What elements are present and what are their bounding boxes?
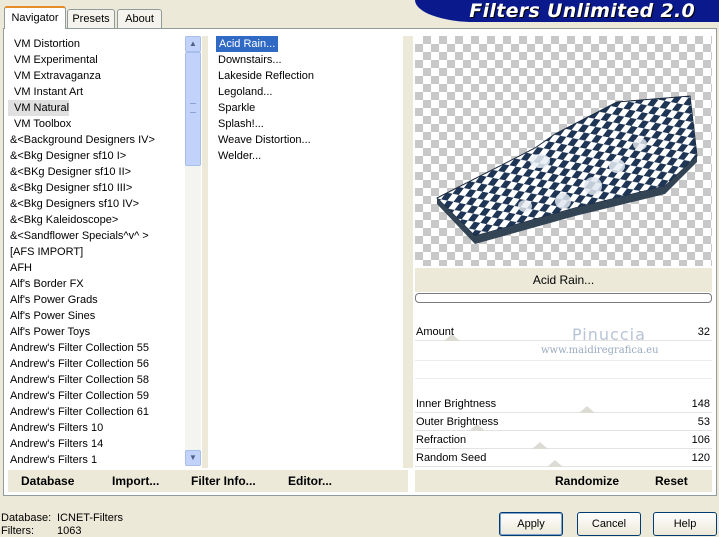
tab-presets[interactable]: Presets — [67, 9, 115, 28]
scrollbar-thumb[interactable] — [185, 52, 201, 166]
category-item[interactable]: &<Sandflower Specials^v^ > — [8, 228, 149, 244]
category-item[interactable]: AFH — [8, 260, 32, 276]
watermark-name: Pinuccia — [572, 325, 646, 344]
category-scrollbar[interactable]: ▲ ▼ — [185, 36, 201, 466]
filter-item[interactable]: Splash!... — [216, 116, 264, 132]
category-item[interactable]: Andrew's Filters 1 — [8, 452, 97, 466]
status-filters-label: Filters: — [1, 525, 34, 537]
editor-button[interactable]: Editor... — [288, 472, 332, 490]
param-value: 53 — [697, 416, 710, 428]
param-value: 106 — [691, 434, 710, 446]
category-item[interactable]: VM Experimental — [8, 52, 98, 68]
category-list[interactable]: VM Distortion VM Experimental VM Extravaga… — [8, 36, 184, 466]
banner-title: Filters Unlimited 2.0 — [469, 0, 695, 22]
progress-bar — [415, 293, 712, 303]
status-database-label: Database: — [1, 512, 52, 524]
filter-item[interactable]: Downstairs... — [216, 52, 282, 68]
filter-item[interactable]: Legoland... — [216, 84, 272, 100]
category-item[interactable]: Andrew's Filters 10 — [8, 420, 103, 436]
category-item[interactable]: Alf's Power Sines — [8, 308, 95, 324]
category-item[interactable]: Andrew's Filter Collection 56 — [8, 356, 149, 372]
category-item[interactable]: VM Instant Art — [8, 84, 83, 100]
param-label: Outer Brightness — [416, 416, 499, 428]
divider — [403, 36, 413, 468]
category-item[interactable]: Alf's Power Toys — [8, 324, 90, 340]
category-item[interactable]: Alf's Border FX — [8, 276, 84, 292]
param-value: 32 — [697, 326, 710, 338]
current-filter-name: Acid Rain... — [415, 268, 712, 292]
scroll-up-icon[interactable]: ▲ — [185, 36, 201, 52]
scroll-down-icon[interactable]: ▼ — [185, 450, 201, 466]
param-slider-row[interactable]: Random Seed 120 — [415, 450, 712, 467]
param-slider-row[interactable]: Refraction 106 — [415, 432, 712, 449]
import-button[interactable]: Import... — [112, 472, 159, 490]
preview-image — [436, 95, 698, 244]
divider — [415, 378, 712, 379]
category-item[interactable]: Andrew's Filter Collection 55 — [8, 340, 149, 356]
slider-thumb[interactable] — [546, 460, 563, 467]
category-item[interactable]: &<Bkg Designers sf10 IV> — [8, 196, 139, 212]
filter-list[interactable]: Acid Rain... Downstairs... Lakeside Reflec… — [216, 36, 402, 466]
tab-about[interactable]: About — [117, 9, 162, 28]
apply-button[interactable]: Apply — [499, 512, 563, 536]
filter-preview — [415, 36, 712, 266]
status-filters-value: 1063 — [57, 525, 82, 537]
category-item[interactable]: Andrew's Filter Collection 59 — [8, 388, 149, 404]
param-label: Inner Brightness — [416, 398, 497, 410]
category-item[interactable]: VM Extravaganza — [8, 68, 101, 84]
title-banner: Filters Unlimited 2.0 — [415, 0, 719, 22]
param-slider-row[interactable]: Outer Brightness 53 — [415, 414, 712, 431]
watermark-url: www.maidiregrafica.eu — [541, 345, 659, 356]
category-item[interactable]: Andrew's Filter Collection 58 — [8, 372, 149, 388]
filter-item[interactable]: Sparkle — [216, 100, 255, 116]
category-item[interactable]: Andrew's Filters 14 — [8, 436, 103, 452]
reset-button[interactable]: Reset — [655, 472, 688, 490]
category-item[interactable]: &<Bkg Kaleidoscope> — [8, 212, 118, 228]
filter-item[interactable]: Lakeside Reflection — [216, 68, 314, 84]
category-item[interactable]: Alf's Power Grads — [8, 292, 98, 308]
status-database-value: ICNET-Filters — [57, 512, 123, 524]
category-item[interactable]: &<BKg Designer sf10 II> — [8, 164, 131, 180]
category-item[interactable]: VM Distortion — [8, 36, 80, 52]
category-item[interactable]: [AFS IMPORT] — [8, 244, 83, 260]
param-label: Random Seed — [416, 452, 487, 464]
category-item[interactable]: VM Natural — [8, 100, 70, 116]
category-item[interactable]: &<Background Designers IV> — [8, 132, 155, 148]
param-slider-row[interactable]: Amount 32 — [415, 324, 712, 341]
category-item[interactable]: &<Bkg Designer sf10 III> — [8, 180, 132, 196]
divider — [415, 360, 712, 361]
category-item[interactable]: VM Toolbox — [8, 116, 71, 132]
param-label: Refraction — [416, 434, 467, 446]
param-value: 120 — [691, 452, 710, 464]
filter-info-button[interactable]: Filter Info... — [191, 472, 256, 490]
filter-item[interactable]: Acid Rain... — [216, 36, 279, 52]
help-button[interactable]: Help — [653, 512, 717, 536]
param-value: 148 — [691, 398, 710, 410]
param-slider-row[interactable]: Inner Brightness 148 — [415, 396, 712, 413]
cancel-button[interactable]: Cancel — [577, 512, 641, 536]
category-item[interactable]: Andrew's Filter Collection 61 — [8, 404, 149, 420]
database-button[interactable]: Database — [21, 472, 74, 490]
filter-item[interactable]: Welder... — [216, 148, 261, 164]
tab-navigator[interactable]: Navigator — [4, 6, 66, 29]
slider-thumb[interactable] — [579, 406, 596, 413]
divider — [202, 36, 208, 468]
category-item[interactable]: &<Bkg Designer sf10 I> — [8, 148, 126, 164]
filter-item[interactable]: Weave Distortion... — [216, 132, 311, 148]
randomize-button[interactable]: Randomize — [555, 472, 619, 490]
slider-thumb[interactable] — [531, 442, 548, 449]
param-label: Amount — [416, 326, 454, 338]
